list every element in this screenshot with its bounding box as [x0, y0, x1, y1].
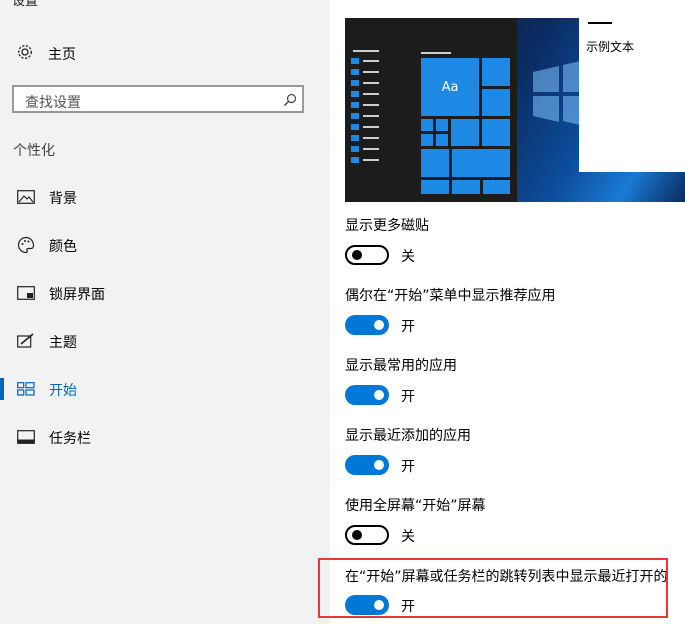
theme-brush-icon: [16, 332, 36, 350]
toggle-state-label: 开: [401, 459, 415, 475]
sidebar-item-taskbar[interactable]: 任务栏: [0, 424, 330, 450]
search-placeholder: 查找设置: [25, 95, 81, 111]
toggle-show-suggestions[interactable]: [345, 315, 389, 335]
preview-sample-text: 示例文本: [586, 40, 635, 54]
sidebar-item-label: 主题: [49, 335, 77, 351]
home-link[interactable]: 主页: [16, 42, 76, 66]
start-preview-image: Aa 示例文本: [345, 18, 685, 202]
palette-icon: [16, 236, 36, 254]
option-label: 使用全屏幕“开始”屏幕: [345, 498, 486, 514]
lock-screen-icon: [16, 284, 36, 302]
sidebar-item-label: 锁屏界面: [49, 287, 105, 303]
toggle-state-label: 关: [401, 529, 415, 545]
sidebar-item-lock-screen[interactable]: 锁屏界面: [0, 280, 330, 306]
toggle-knob: [374, 320, 384, 330]
toggle-most-used-apps[interactable]: [345, 385, 389, 405]
start-tiles-icon: [16, 380, 36, 398]
home-label: 主页: [48, 47, 76, 63]
sidebar-item-label: 背景: [49, 191, 77, 207]
sidebar-item-start[interactable]: 开始: [0, 376, 330, 402]
search-icon[interactable]: [283, 92, 297, 111]
taskbar-icon: [16, 428, 36, 446]
toggle-state-label: 关: [401, 249, 415, 265]
option-label: 偶尔在“开始”菜单中显示推荐应用: [345, 288, 556, 304]
search-input[interactable]: 查找设置: [12, 85, 304, 113]
toggle-full-screen-start[interactable]: [345, 525, 389, 545]
toggle-knob: [352, 250, 362, 260]
sidebar-item-label: 颜色: [49, 239, 77, 255]
sidebar-item-label: 任务栏: [49, 431, 91, 447]
option-label: 显示最常用的应用: [345, 358, 457, 374]
preview-window: 示例文本: [579, 18, 685, 172]
sidebar-item-background[interactable]: 背景: [0, 184, 330, 210]
active-indicator: [0, 378, 4, 400]
sidebar: 设置 主页 查找设置 个性化 背景 颜色 锁屏界面 主题 开始 任务栏: [0, 0, 330, 624]
gear-icon: [16, 43, 34, 65]
sidebar-item-themes[interactable]: 主题: [0, 328, 330, 354]
toggle-recently-added-apps[interactable]: [345, 455, 389, 475]
sidebar-item-color[interactable]: 颜色: [0, 232, 330, 258]
toggle-knob: [352, 530, 362, 540]
sidebar-item-label: 开始: [49, 383, 77, 399]
toggle-state-label: 开: [401, 389, 415, 405]
toggle-knob: [374, 390, 384, 400]
preview-start-menu: Aa: [345, 18, 517, 202]
toggle-knob: [374, 460, 384, 470]
toggle-show-more-tiles[interactable]: [345, 245, 389, 265]
option-label: 显示更多磁贴: [345, 218, 429, 234]
option-label: 显示最近添加的应用: [345, 428, 471, 444]
toggle-state-label: 开: [401, 319, 415, 335]
section-title-personalization: 个性化: [13, 143, 55, 159]
app-title: 设置: [12, 0, 39, 9]
picture-icon: [16, 188, 36, 206]
preview-tile-text: Aa: [441, 79, 459, 95]
highlight-box: [318, 558, 668, 618]
